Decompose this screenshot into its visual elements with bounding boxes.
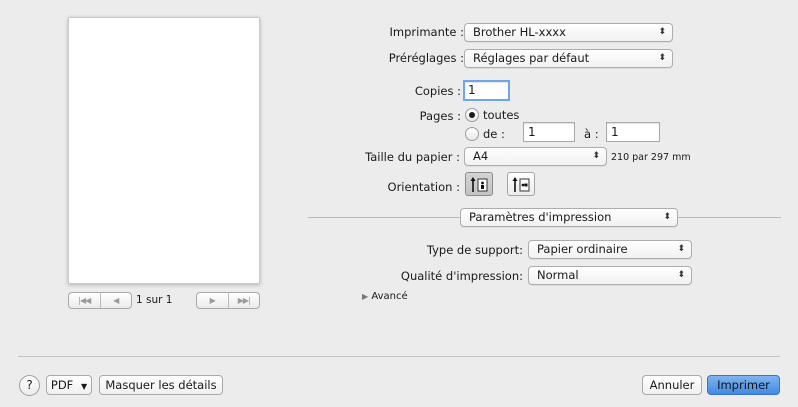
up-down-arrows-icon: ⬍: [592, 151, 600, 161]
preview-nav-back: |◀◀ ◀: [68, 292, 132, 309]
chevron-down-icon: ▼: [80, 382, 88, 391]
portrait-orientation-icon: [470, 177, 488, 192]
advanced-label: Avancé: [371, 291, 408, 302]
orientation-label: Orientation :: [387, 180, 460, 194]
up-down-arrows-icon: ⬍: [677, 244, 685, 254]
portrait-orientation-button[interactable]: [465, 172, 493, 196]
disclosure-triangle-icon: ▶: [362, 292, 369, 301]
pages-to-field[interactable]: 1: [606, 122, 660, 142]
printer-label: Imprimante :: [389, 25, 464, 39]
pdf-label: PDF: [50, 378, 74, 392]
up-down-arrows-icon: ⬍: [663, 212, 671, 222]
up-down-arrows-icon: ⬍: [658, 53, 666, 63]
cancel-button[interactable]: Annuler: [642, 375, 702, 395]
printer-value: Brother HL-xxxx: [473, 25, 566, 39]
pages-label: Pages :: [419, 109, 461, 123]
print-quality-value: Normal: [537, 268, 579, 282]
pages-all-radio[interactable]: [465, 108, 479, 122]
presets-label: Préréglages :: [388, 51, 464, 65]
print-settings-section-select[interactable]: Paramètres d'impression ⬍: [460, 208, 678, 227]
media-type-label: Type de support:: [426, 243, 523, 257]
copies-label: Copies :: [414, 84, 461, 98]
hide-details-button[interactable]: Masquer les détails: [99, 375, 223, 395]
pages-to-label: à :: [584, 127, 599, 141]
copies-field[interactable]: 1: [463, 80, 510, 101]
print-preview-page: [68, 17, 260, 284]
previous-page-icon[interactable]: ◀: [99, 293, 132, 308]
preview-nav-forward: ▶ ▶▶|: [196, 292, 260, 309]
section-separator-left: [308, 217, 460, 218]
paper-size-label: Taille du papier :: [365, 150, 460, 164]
up-down-arrows-icon: ⬍: [677, 270, 685, 280]
pages-from-field[interactable]: 1: [523, 122, 575, 142]
last-page-icon[interactable]: ▶▶|: [227, 293, 260, 308]
pages-range-radio[interactable]: [465, 127, 479, 141]
section-separator-right: [678, 217, 781, 218]
paper-size-select[interactable]: A4 ⬍: [464, 147, 607, 166]
print-button[interactable]: Imprimer: [707, 375, 780, 395]
printer-select[interactable]: Brother HL-xxxx ⬍: [464, 23, 673, 42]
pages-range-label: de :: [483, 127, 505, 141]
pages-all-label: toutes: [483, 108, 520, 122]
up-down-arrows-icon: ⬍: [658, 27, 666, 37]
paper-size-value: A4: [473, 149, 489, 163]
help-button[interactable]: ?: [19, 375, 40, 396]
first-page-icon[interactable]: |◀◀: [69, 293, 100, 308]
print-quality-label: Qualité d'impression:: [400, 269, 523, 283]
landscape-orientation-icon: [512, 177, 530, 192]
media-type-select[interactable]: Papier ordinaire ⬍: [528, 240, 692, 259]
advanced-disclosure[interactable]: ▶ Avancé: [362, 291, 408, 302]
section-value: Paramètres d'impression: [469, 210, 612, 224]
landscape-orientation-button[interactable]: [507, 172, 535, 196]
next-page-icon[interactable]: ▶: [197, 293, 228, 308]
print-quality-select[interactable]: Normal ⬍: [528, 266, 692, 285]
paper-dimensions: 210 par 297 mm: [611, 152, 691, 163]
media-type-value: Papier ordinaire: [537, 242, 628, 256]
pdf-menu-button[interactable]: PDF ▼: [46, 375, 92, 395]
presets-select[interactable]: Réglages par défaut ⬍: [464, 49, 673, 68]
footer-separator: [18, 356, 780, 357]
presets-value: Réglages par défaut: [473, 51, 590, 65]
page-indicator: 1 sur 1: [136, 294, 173, 306]
